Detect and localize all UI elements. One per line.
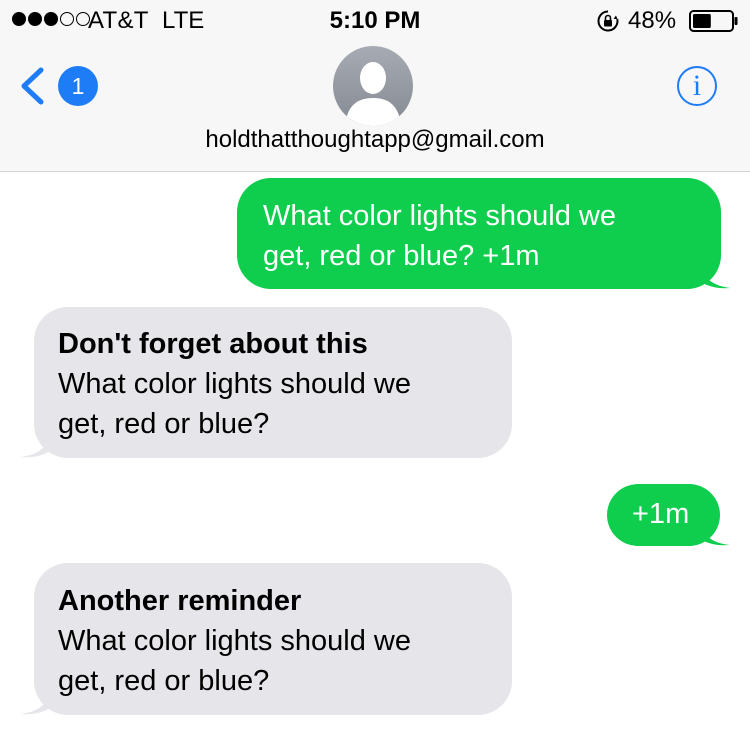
message-text-line: get, red or blue? +1m: [263, 240, 540, 272]
battery-icon: [689, 10, 738, 32]
sent-message-bubble[interactable]: What color lights should we get, red or …: [237, 178, 731, 289]
rotation-lock-icon: [597, 10, 619, 32]
message-text-line: What color lights should we: [58, 625, 411, 657]
bubble-tail: [700, 524, 730, 546]
info-icon: i: [692, 69, 702, 102]
bubble-tail: [20, 436, 50, 458]
bubble-tail: [701, 267, 731, 289]
battery-percentage: 48%: [628, 7, 677, 34]
contact-avatar[interactable]: [333, 46, 413, 126]
chevron-left-icon: [21, 67, 44, 105]
message-text-line: +1m: [632, 498, 690, 530]
conversation-header: AT&T LTE 5:10 PM 48% 1 i holdthatthought…: [0, 0, 750, 172]
person-silhouette-icon: [345, 62, 401, 126]
message-text-line: What color lights should we: [58, 368, 411, 400]
bubble-tail: [20, 693, 50, 715]
message-text-line: get, red or blue?: [58, 408, 270, 440]
info-button[interactable]: i: [677, 66, 717, 106]
received-message-bubble[interactable]: Another reminder What color lights shoul…: [20, 563, 512, 715]
message-text-line: get, red or blue?: [58, 665, 270, 697]
contact-name[interactable]: holdthatthoughtapp@gmail.com: [0, 126, 750, 154]
status-bar: AT&T LTE 5:10 PM 48%: [0, 0, 750, 40]
sent-message-bubble[interactable]: +1m: [607, 484, 730, 546]
message-title: Another reminder: [58, 585, 302, 617]
message-text-line: What color lights should we: [263, 200, 616, 232]
back-button[interactable]: 1: [18, 62, 98, 108]
received-message-bubble[interactable]: Don't forget about this What color light…: [20, 307, 512, 458]
message-title: Don't forget about this: [58, 328, 368, 360]
unread-count-badge: 1: [58, 66, 98, 106]
